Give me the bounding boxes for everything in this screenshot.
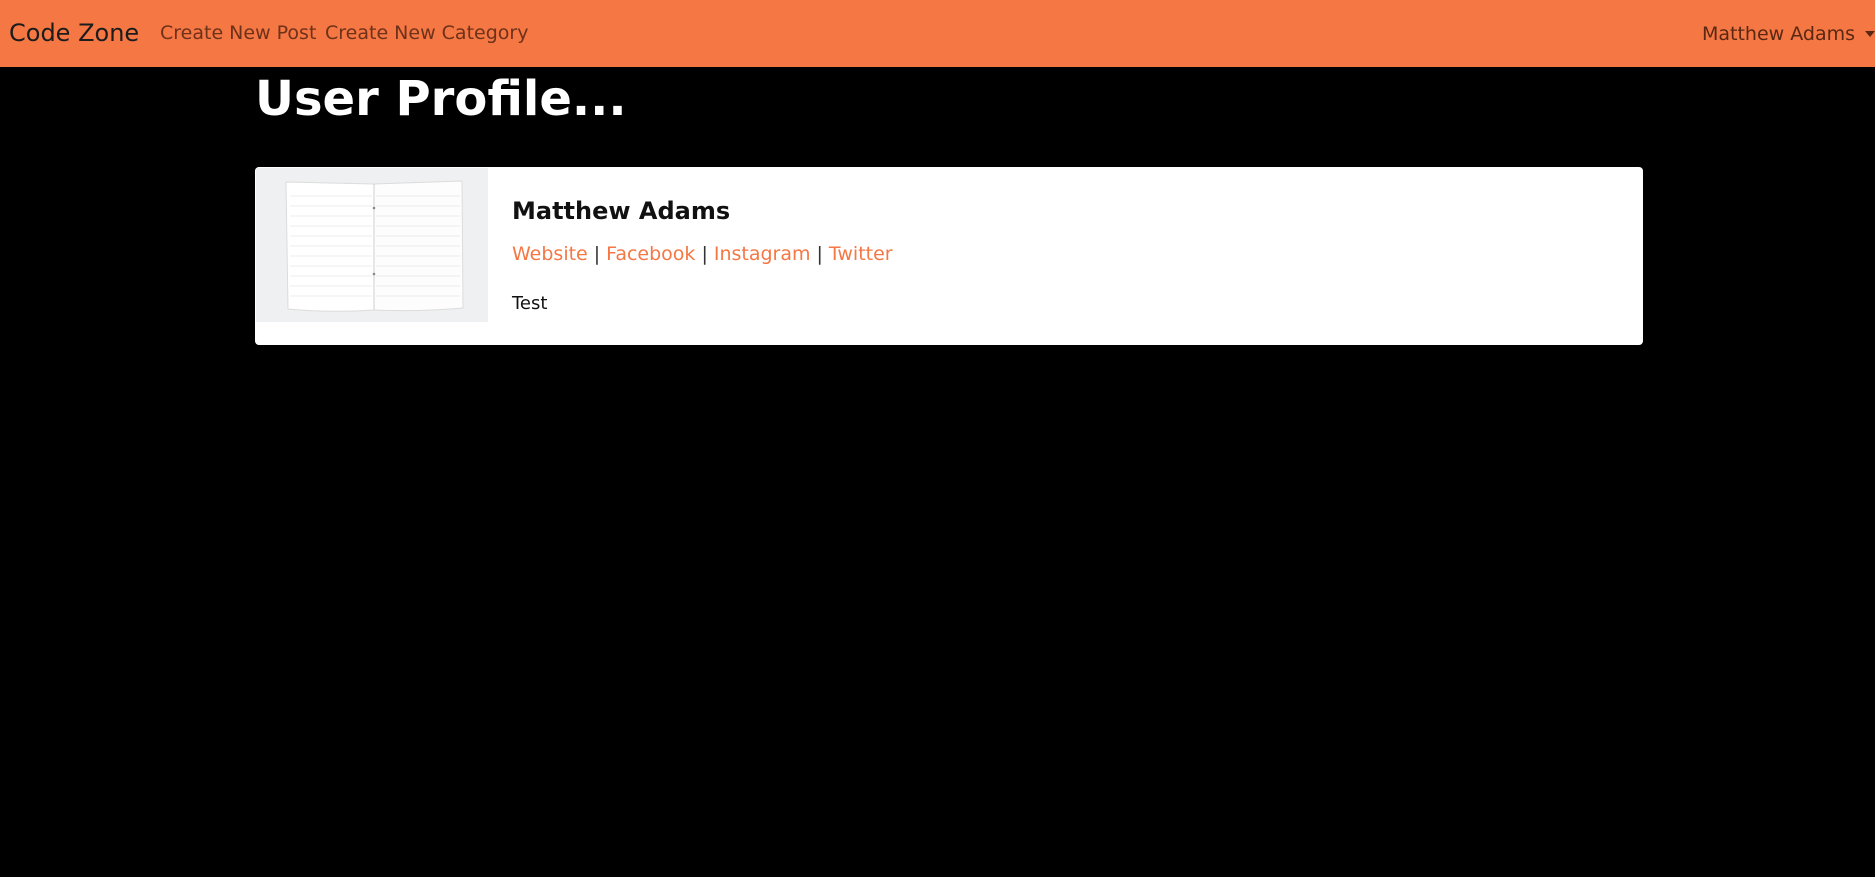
user-menu-name: Matthew Adams	[1701, 22, 1855, 45]
facebook-link[interactable]: Facebook	[606, 243, 695, 265]
caret-down-icon	[1865, 30, 1875, 37]
top-navbar: Code Zone Create New Post Create New Cat…	[0, 0, 1875, 67]
twitter-link[interactable]: Twitter	[829, 243, 893, 265]
page-title: User Profile...	[255, 71, 627, 127]
nav-create-new-category[interactable]: Create New Category	[325, 0, 528, 67]
profile-card: Matthew Adams Website | Facebook | Instagram…	[255, 167, 1643, 345]
profile-name: Matthew Adams	[512, 197, 731, 225]
link-separator: |	[593, 243, 601, 265]
link-separator: |	[701, 243, 708, 265]
brand-link[interactable]: Code Zone	[9, 0, 139, 67]
instagram-link[interactable]: Instagram	[714, 243, 811, 265]
website-link[interactable]: Website	[512, 243, 588, 265]
link-separator: |	[816, 243, 823, 265]
nav-create-new-post[interactable]: Create New Post	[160, 0, 316, 67]
social-links: Website | Facebook | Instagram | Twitter	[512, 240, 893, 268]
profile-bio: Test	[512, 293, 548, 314]
user-dropdown-toggle[interactable]: Matthew Adams	[1702, 0, 1875, 67]
profile-image	[256, 168, 488, 322]
